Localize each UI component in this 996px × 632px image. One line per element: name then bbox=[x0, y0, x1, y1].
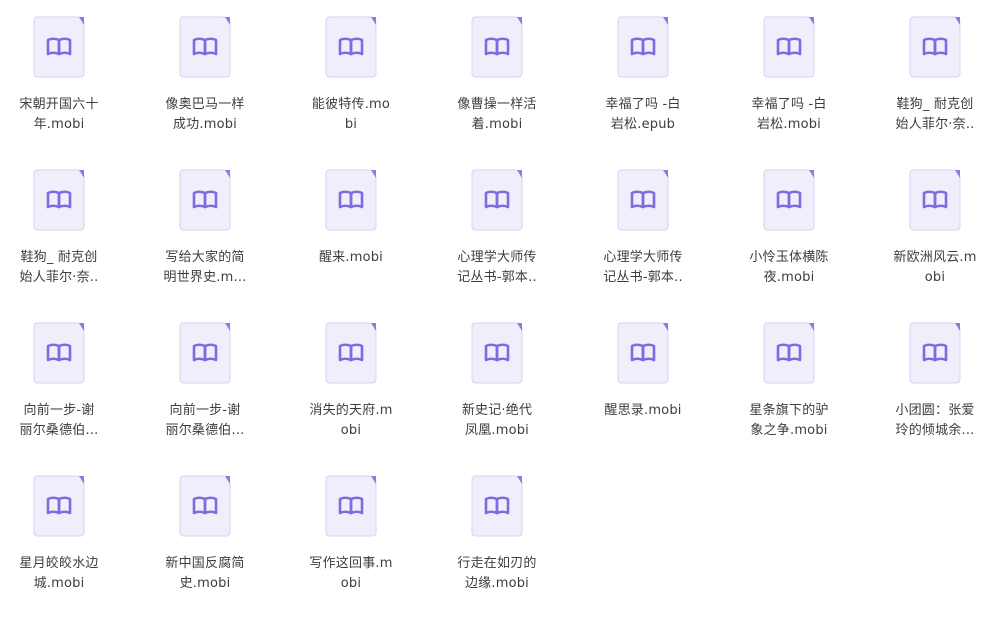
file-name: 向前一步-谢 丽尔桑德伯... bbox=[19, 403, 99, 438]
file-name: 写给大家的简 明世界史.m... bbox=[163, 250, 247, 285]
file-item[interactable]: 鞋狗_ 耐克创 始人菲尔·奈.. bbox=[4, 153, 114, 293]
file-item[interactable]: 心理学大师传 记丛书-郭本.. bbox=[442, 153, 552, 293]
file-name: 鞋狗_ 耐克创 始人菲尔·奈.. bbox=[895, 97, 975, 132]
file-item[interactable]: 像曹操一样活 着.mobi bbox=[442, 0, 552, 140]
ebook-icon bbox=[179, 475, 231, 537]
ebook-icon bbox=[179, 16, 231, 78]
ebook-icon bbox=[909, 16, 961, 78]
file-item[interactable]: 幸福了吗 -白 岩松.epub bbox=[588, 0, 698, 140]
file-item[interactable]: 小怜玉体横陈 夜.mobi bbox=[734, 153, 844, 293]
ebook-icon bbox=[617, 16, 669, 78]
ebook-icon bbox=[909, 169, 961, 231]
file-name: 能彼特传.mo bi bbox=[311, 97, 391, 132]
file-name: 小怜玉体横陈 夜.mobi bbox=[749, 250, 829, 285]
file-item[interactable]: 幸福了吗 -白 岩松.mobi bbox=[734, 0, 844, 140]
file-name: 心理学大师传 记丛书-郭本.. bbox=[457, 250, 537, 285]
file-item[interactable]: 像奥巴马一样 成功.mobi bbox=[150, 0, 260, 140]
file-name: 消失的天府.m obi bbox=[309, 403, 393, 438]
file-item[interactable]: 新史记·绝代 凤凰.mobi bbox=[442, 306, 552, 446]
ebook-icon bbox=[325, 322, 377, 384]
file-name: 新史记·绝代 凤凰.mobi bbox=[461, 403, 533, 438]
ebook-icon bbox=[33, 169, 85, 231]
ebook-icon bbox=[325, 16, 377, 78]
file-item[interactable]: 心理学大师传 记丛书-郭本.. bbox=[588, 153, 698, 293]
file-item[interactable]: 宋朝开国六十 年.mobi bbox=[4, 0, 114, 140]
file-name: 心理学大师传 记丛书-郭本.. bbox=[603, 250, 683, 285]
file-name: 醒思录.mobi bbox=[604, 403, 682, 418]
ebook-icon bbox=[763, 169, 815, 231]
ebook-icon bbox=[909, 322, 961, 384]
file-item[interactable]: 向前一步-谢 丽尔桑德伯... bbox=[4, 306, 114, 446]
file-item[interactable]: 行走在如刃的 边缘.mobi bbox=[442, 459, 552, 599]
ebook-icon bbox=[617, 322, 669, 384]
file-name: 向前一步-谢 丽尔桑德伯... bbox=[165, 403, 245, 438]
ebook-icon bbox=[617, 169, 669, 231]
file-name: 星月皎皎水边 城.mobi bbox=[19, 556, 99, 591]
file-item[interactable]: 鞋狗_ 耐克创 始人菲尔·奈.. bbox=[880, 0, 990, 140]
file-name: 星条旗下的驴 象之争.mobi bbox=[749, 403, 829, 438]
file-item[interactable]: 新欧洲风云.m obi bbox=[880, 153, 990, 293]
file-item[interactable]: 星月皎皎水边 城.mobi bbox=[4, 459, 114, 599]
ebook-icon bbox=[471, 16, 523, 78]
file-item[interactable]: 醒思录.mobi bbox=[588, 306, 698, 446]
ebook-icon bbox=[33, 322, 85, 384]
ebook-icon bbox=[763, 322, 815, 384]
file-item[interactable]: 消失的天府.m obi bbox=[296, 306, 406, 446]
file-name: 幸福了吗 -白 岩松.epub bbox=[605, 97, 681, 132]
file-name: 幸福了吗 -白 岩松.mobi bbox=[751, 97, 827, 132]
ebook-icon bbox=[325, 475, 377, 537]
ebook-icon bbox=[179, 169, 231, 231]
file-item[interactable]: 写给大家的简 明世界史.m... bbox=[150, 153, 260, 293]
ebook-icon bbox=[33, 475, 85, 537]
file-item[interactable]: 醒来.mobi bbox=[296, 153, 406, 293]
file-name: 行走在如刃的 边缘.mobi bbox=[457, 556, 537, 591]
file-name: 鞋狗_ 耐克创 始人菲尔·奈.. bbox=[19, 250, 99, 285]
file-grid: 宋朝开国六十 年.mobi 像奥巴马一样 成功.mobi 能彼特传.mo bi … bbox=[0, 0, 996, 632]
ebook-icon bbox=[471, 475, 523, 537]
ebook-icon bbox=[179, 322, 231, 384]
file-item[interactable]: 新中国反腐简 史.mobi bbox=[150, 459, 260, 599]
file-item[interactable]: 星条旗下的驴 象之争.mobi bbox=[734, 306, 844, 446]
file-name: 像奥巴马一样 成功.mobi bbox=[165, 97, 245, 132]
file-name: 写作这回事.m obi bbox=[309, 556, 393, 591]
ebook-icon bbox=[763, 16, 815, 78]
file-item[interactable]: 写作这回事.m obi bbox=[296, 459, 406, 599]
file-name: 像曹操一样活 着.mobi bbox=[457, 97, 537, 132]
ebook-icon bbox=[325, 169, 377, 231]
file-item[interactable]: 向前一步-谢 丽尔桑德伯... bbox=[150, 306, 260, 446]
file-name: 醒来.mobi bbox=[318, 250, 383, 265]
file-name: 新欧洲风云.m obi bbox=[893, 250, 977, 285]
file-name: 宋朝开国六十 年.mobi bbox=[19, 97, 99, 132]
file-item[interactable]: 小团圆：张爱 玲的倾城余... bbox=[880, 306, 990, 446]
file-name: 新中国反腐简 史.mobi bbox=[165, 556, 245, 591]
file-name: 小团圆：张爱 玲的倾城余... bbox=[895, 403, 975, 438]
ebook-icon bbox=[471, 169, 523, 231]
ebook-icon bbox=[471, 322, 523, 384]
ebook-icon bbox=[33, 16, 85, 78]
file-item[interactable]: 能彼特传.mo bi bbox=[296, 0, 406, 140]
